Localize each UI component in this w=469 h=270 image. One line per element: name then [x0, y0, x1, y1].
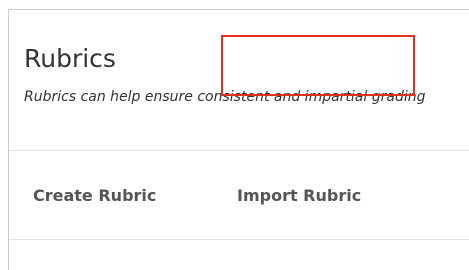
divider-bottom: [9, 239, 469, 240]
page-title: Rubrics: [24, 44, 116, 73]
tab-create-rubric[interactable]: Create Rubric: [33, 151, 156, 239]
tab-import-rubric[interactable]: Import Rubric: [237, 151, 361, 239]
page-description: Rubrics can help ensure consistent and i…: [24, 89, 426, 105]
rubric-actions-tabs: Create Rubric Import Rubric: [9, 151, 469, 239]
highlight-box: [221, 35, 415, 96]
rubrics-panel: Rubrics Rubrics can help ensure consiste…: [8, 9, 469, 270]
